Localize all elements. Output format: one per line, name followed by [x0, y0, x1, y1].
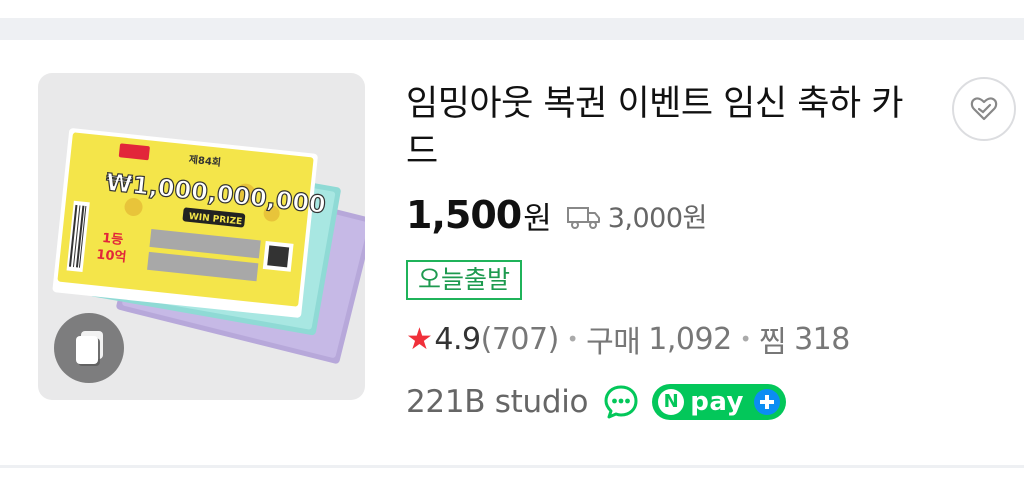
wish-button[interactable]: [952, 77, 1016, 141]
today-dispatch-badge: 오늘출발: [406, 260, 523, 300]
plus-icon: [754, 389, 781, 415]
shipping-fee: 3,000원: [607, 202, 708, 234]
talk-chat-icon[interactable]: [602, 383, 640, 421]
multiple-images-icon: [54, 313, 124, 383]
separator-dot: •: [739, 327, 752, 351]
seller-name[interactable]: 221B studio: [406, 384, 589, 420]
purchase-count: 1,092: [648, 321, 732, 357]
price-row: 1,500 원 3,000원: [406, 192, 707, 238]
npay-plus-icon: N pay: [652, 384, 787, 420]
svg-text:1등: 1등: [101, 231, 123, 248]
product-thumbnail[interactable]: ₩1,000,000,000 WIN PRIZE 1등 10억 제84회: [38, 73, 365, 400]
npay-label: pay: [690, 387, 745, 417]
product-stats: ★ 4.9 (707) • 구매 1,092 • 찜 318: [406, 318, 850, 361]
purchase-label: 구매: [586, 325, 641, 360]
wish-label: 찜: [758, 325, 787, 360]
price-value: 1,500: [406, 193, 522, 237]
price-unit: 원: [523, 200, 552, 237]
svg-text:10억: 10억: [96, 247, 127, 265]
separator-dot: •: [566, 327, 579, 351]
heart-icon: [970, 97, 998, 121]
rating-value: 4.9: [434, 321, 481, 357]
review-count[interactable]: (707): [481, 322, 560, 357]
bottom-separator: [0, 465, 1024, 468]
npay-n-mark: N: [658, 389, 685, 415]
wish-count: 318: [794, 321, 850, 357]
seller-row: 221B studio N pay: [406, 380, 787, 424]
product-title[interactable]: 임밍아웃 복권 이벤트 임신 축하 카드: [406, 80, 906, 176]
truck-icon: [566, 207, 600, 229]
star-icon: ★: [406, 321, 433, 357]
top-separator: [0, 0, 1024, 40]
